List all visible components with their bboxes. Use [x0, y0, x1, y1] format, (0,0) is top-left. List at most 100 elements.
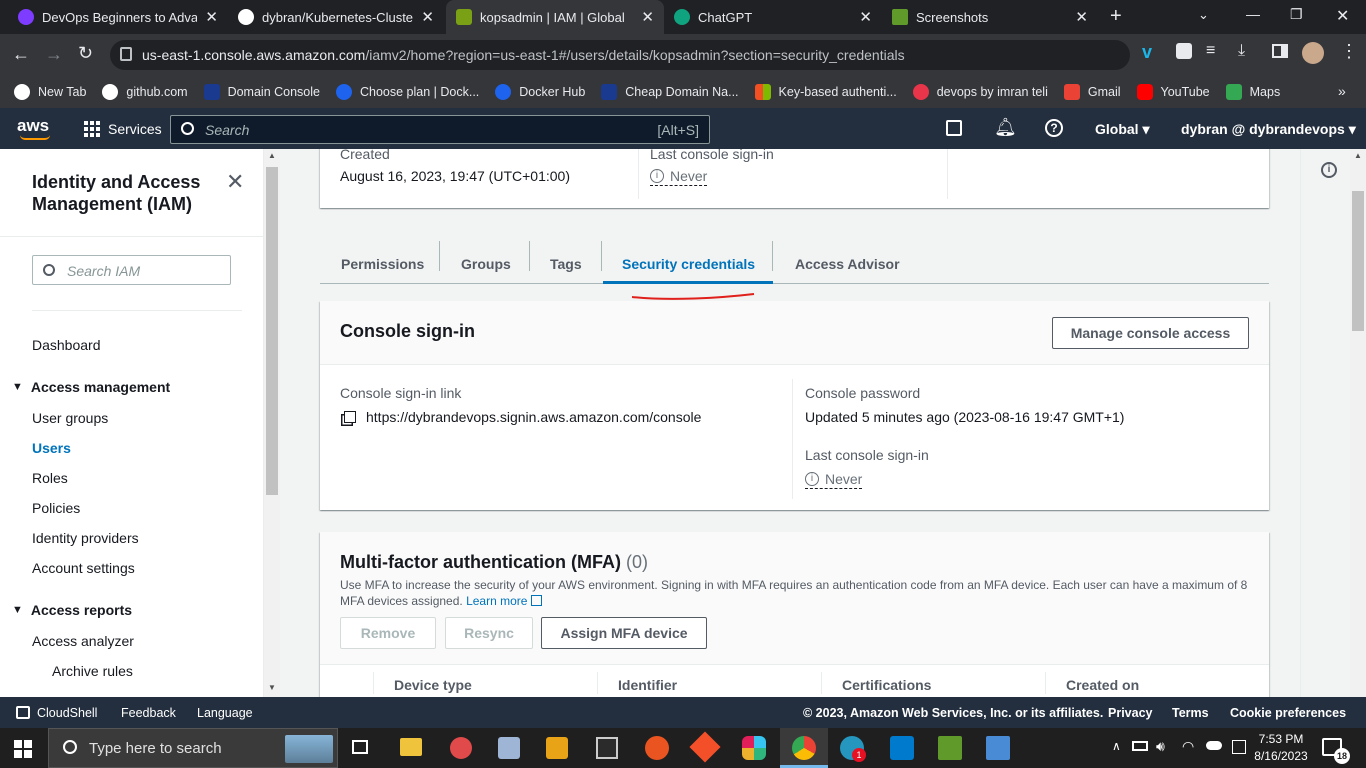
minimize-icon[interactable]: — — [1246, 6, 1260, 22]
volume-icon[interactable]: 🔊︎ — [1156, 738, 1165, 755]
bookmark-youtube[interactable]: YouTube — [1136, 84, 1210, 100]
sidebar-item-access-analyzer[interactable]: Access analyzer — [32, 633, 134, 649]
more-bookmarks-icon[interactable]: » — [1338, 83, 1346, 99]
bookmark-gmail[interactable]: Gmail — [1063, 84, 1121, 100]
sidebar-item-roles[interactable]: Roles — [32, 470, 68, 486]
sidebar-item-user-groups[interactable]: User groups — [32, 410, 108, 426]
bookmark-domain-console[interactable]: Domain Console — [203, 84, 320, 100]
assign-mfa-device-button[interactable]: Assign MFA device — [541, 617, 707, 649]
side-panel-icon[interactable] — [1272, 44, 1288, 58]
cookie-preferences-link[interactable]: Cookie preferences — [1230, 706, 1346, 720]
sidebar-section-access-management[interactable]: ▼ Access management — [12, 379, 170, 395]
column-certifications[interactable]: Certifications — [842, 677, 931, 693]
bookmark-new-tab[interactable]: New Tab — [14, 84, 86, 100]
clock-time[interactable]: 7:53 PM — [1256, 732, 1306, 746]
close-tab-icon[interactable]: ✕ — [859, 8, 872, 26]
taskbar-search-box[interactable]: Type here to search — [48, 728, 338, 768]
wifi-icon[interactable]: ◠ — [1182, 738, 1194, 755]
ubuntu-icon[interactable] — [645, 736, 669, 760]
aws-logo[interactable]: aws — [17, 116, 49, 136]
browser-tab-devops[interactable]: DevOps Beginners to Advanc ✕ — [8, 0, 228, 34]
sidebar-section-access-reports[interactable]: ▼ Access reports — [12, 602, 132, 618]
bookmark-docker-plan[interactable]: Choose plan | Dock... — [336, 84, 479, 100]
privacy-link[interactable]: Privacy — [1108, 706, 1152, 720]
sidebar-scrollbar[interactable]: ▲ ▼ — [264, 149, 280, 697]
help-icon[interactable]: ? — [1045, 119, 1063, 137]
tab-tags[interactable]: Tags — [550, 256, 582, 272]
browser-tab-github[interactable]: dybran/Kubernetes-Cluster-S ✕ — [228, 0, 444, 34]
last-signin-value[interactable]: i Never — [650, 168, 708, 186]
close-tab-icon[interactable]: ✕ — [205, 8, 218, 26]
scrollbar-thumb[interactable] — [266, 167, 278, 495]
manage-console-access-button[interactable]: Manage console access — [1052, 317, 1249, 349]
column-created-on[interactable]: Created on — [1066, 677, 1139, 693]
services-grid-icon[interactable] — [84, 121, 100, 137]
cloudshell-icon[interactable] — [946, 120, 962, 136]
sidebar-item-identity-providers[interactable]: Identity providers — [32, 530, 139, 546]
last-signin-value[interactable]: i Never — [805, 471, 863, 489]
close-tab-icon[interactable]: ✕ — [421, 8, 434, 26]
vscode-icon[interactable] — [890, 736, 914, 760]
aws-search-input[interactable]: Search [Alt+S] — [170, 115, 710, 144]
bookmark-key-auth[interactable]: Key-based authenti... — [754, 84, 897, 100]
bookmark-cheap-domain[interactable]: Cheap Domain Na... — [601, 84, 739, 100]
close-tab-icon[interactable]: ✕ — [1075, 8, 1088, 26]
back-arrow-icon[interactable]: ← — [12, 44, 30, 65]
scroll-up-icon[interactable]: ▲ — [1354, 151, 1362, 160]
scroll-down-icon[interactable]: ▼ — [268, 683, 276, 692]
tab-access-advisor[interactable]: Access Advisor — [795, 256, 900, 272]
browser-tab-screenshots[interactable]: Screenshots ✕ — [882, 0, 1098, 34]
restore-icon[interactable]: ❐ — [1290, 6, 1303, 23]
reload-icon[interactable]: ↻ — [78, 43, 93, 64]
site-info-icon[interactable] — [120, 47, 132, 61]
close-window-icon[interactable]: ✕ — [1336, 6, 1349, 26]
scroll-up-icon[interactable]: ▲ — [268, 151, 276, 160]
skype-icon[interactable]: 1 — [840, 736, 866, 762]
cloud-icon[interactable] — [1206, 741, 1222, 750]
app-icon[interactable] — [498, 737, 520, 759]
bookmark-docker-hub[interactable]: Docker Hub — [495, 84, 585, 100]
sidebar-item-account-settings[interactable]: Account settings — [32, 560, 135, 576]
show-hidden-icons[interactable]: ∧ — [1112, 739, 1121, 753]
app-icon[interactable] — [450, 737, 472, 759]
browser-tab-chatgpt[interactable]: ChatGPT ✕ — [664, 0, 882, 34]
cloudshell-link[interactable]: CloudShell — [37, 706, 97, 720]
chrome-menu-icon[interactable]: ⋮ — [1340, 41, 1358, 62]
region-selector[interactable]: Global ▾ — [1095, 121, 1149, 138]
sidebar-item-users[interactable]: Users — [32, 440, 71, 456]
notifications-bell-icon[interactable]: 🔔︎ — [994, 117, 1017, 138]
sidebar-item-dashboard[interactable]: Dashboard — [32, 337, 101, 353]
tab-search-icon[interactable]: ⌄ — [1198, 7, 1209, 23]
vimeo-extension-icon[interactable]: v — [1142, 42, 1152, 63]
download-icon[interactable]: ⤓ — [1238, 42, 1245, 60]
resync-button[interactable]: Resync — [445, 617, 533, 649]
column-device-type[interactable]: Device type — [394, 677, 472, 693]
slack-icon[interactable] — [742, 736, 766, 760]
info-panel-icon[interactable]: i — [1321, 162, 1337, 178]
windows-start-icon[interactable] — [14, 740, 32, 758]
tab-permissions[interactable]: Permissions — [341, 256, 424, 272]
bookmark-github[interactable]: github.com — [102, 84, 188, 100]
forward-arrow-icon[interactable]: → — [45, 44, 63, 65]
close-sidebar-icon[interactable]: ✕ — [226, 169, 244, 195]
profile-avatar[interactable] — [1302, 42, 1324, 64]
extensions-icon[interactable] — [1176, 43, 1192, 59]
learn-more-link[interactable]: Learn more — [466, 594, 527, 608]
column-identifier[interactable]: Identifier — [618, 677, 677, 693]
notification-center-icon[interactable]: 18 — [1322, 738, 1350, 764]
media-control-icon[interactable]: ≡ — [1206, 42, 1215, 60]
feedback-link[interactable]: Feedback — [121, 706, 176, 720]
bookmark-devops-imran[interactable]: devops by imran teli — [912, 84, 1048, 100]
tab-groups[interactable]: Groups — [461, 256, 511, 272]
services-menu[interactable]: Services — [108, 121, 162, 137]
terms-link[interactable]: Terms — [1172, 706, 1209, 720]
sidebar-item-archive-rules[interactable]: Archive rules — [52, 663, 133, 679]
scrollbar-thumb[interactable] — [1352, 191, 1364, 331]
snipping-tool-icon[interactable] — [938, 736, 962, 760]
copy-icon[interactable] — [344, 411, 356, 423]
chrome-taskbar-active[interactable] — [780, 728, 828, 768]
account-menu[interactable]: dybran @ dybrandevops ▾ — [1181, 121, 1356, 138]
media-player-icon[interactable] — [546, 737, 568, 759]
new-tab-icon[interactable]: + — [1110, 5, 1122, 28]
bookmark-maps[interactable]: Maps — [1225, 84, 1280, 100]
